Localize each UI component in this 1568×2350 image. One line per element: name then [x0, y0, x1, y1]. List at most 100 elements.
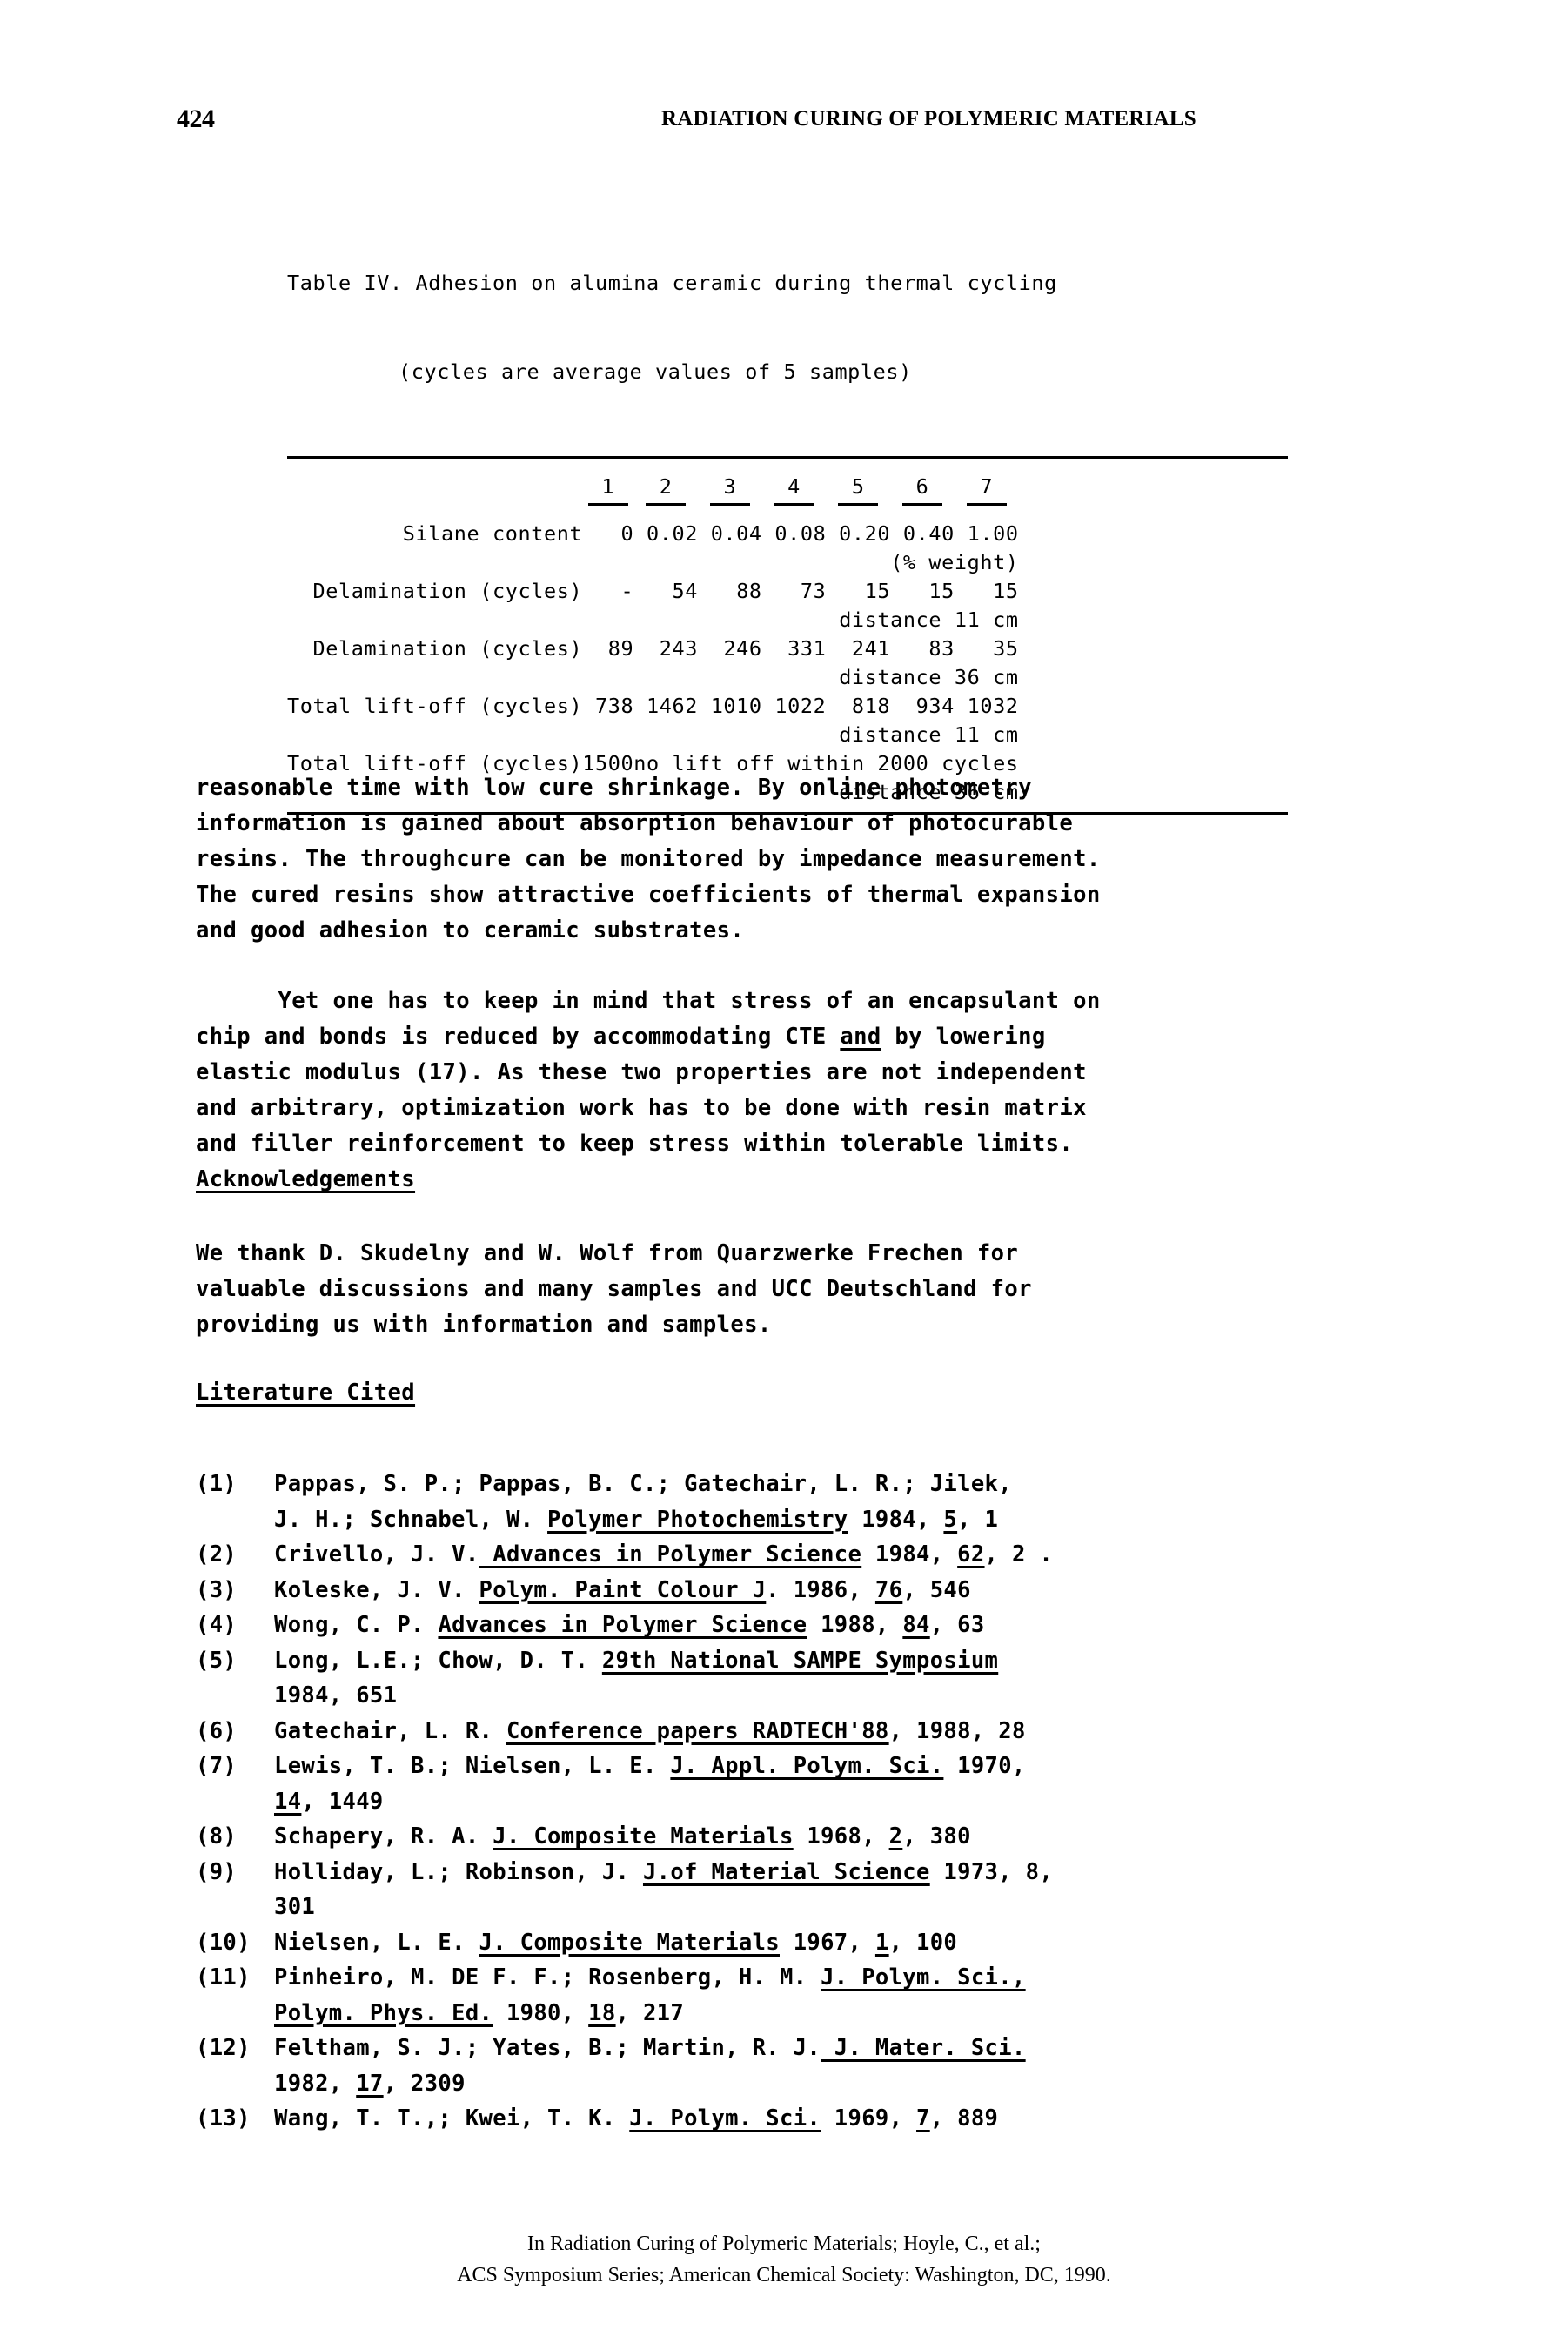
reference-text-run: , 1449: [301, 1788, 384, 1815]
reference-text-run: Wang, T. T.,; Kwei, T. K.: [274, 2105, 630, 2132]
row-cell: 0.20: [839, 521, 891, 546]
acknowledgements-heading: Acknowledgements: [196, 1166, 416, 1192]
reference-text: Feltham, S. J.; Yates, B.; Martin, R. J.…: [274, 2031, 1414, 2101]
row-cell: 54: [672, 579, 698, 603]
reference-item: (3) Koleske, J. V. Polym. Paint Colour J.…: [196, 1573, 1414, 1608]
table-header-spacer: [287, 459, 582, 507]
body-paragraph-1: reasonable time with low cure shrinkage.…: [196, 775, 1101, 943]
table-header-row: 1 2 3 4 5 6 7: [287, 459, 1019, 507]
reference-title-underlined: 14: [274, 1788, 302, 1815]
row-sublabel: (% weight): [890, 550, 1019, 574]
row-cell: 934: [915, 694, 955, 718]
row-cell: 0.08: [774, 521, 827, 546]
reference-text-run: , 889: [929, 2105, 999, 2132]
reference-text-run: Lewis, T. B.; Nielsen, L. E.: [274, 1753, 671, 1779]
paragraph-2-emphasis: and: [840, 1024, 881, 1050]
reference-title-underlined: Conference papers RADTECH'88: [506, 1717, 889, 1744]
table-row: Total lift-off (cycles) 738 1462 1010 10…: [287, 692, 1019, 721]
row-cell: 1010: [710, 694, 762, 718]
table-caption-line-1: Table IV. Adhesion on alumina ceramic du…: [287, 271, 1057, 295]
row-label: Delamination (cycles): [312, 636, 583, 661]
row-cell: 0.04: [710, 521, 762, 546]
table-iv: 1 2 3 4 5 6 7 Silane content 0 0.02 0.04…: [287, 459, 1019, 807]
reference-text-run: 1984, 651: [274, 1682, 398, 1709]
row-cell: 88: [736, 579, 762, 603]
reference-text-run: 1967,: [780, 1929, 875, 1956]
reference-item: (10) Nielsen, L. E. J. Composite Material…: [196, 1925, 1414, 1961]
reference-item: (8) Schapery, R. A. J. Composite Material…: [196, 1819, 1414, 1855]
literature-cited-heading: Literature Cited: [196, 1380, 416, 1406]
reference-item: (1) Pappas, S. P.; Pappas, B. C.; Gatecha…: [196, 1467, 1414, 1537]
reference-text: Long, L.E.; Chow, D. T. 29th National SA…: [274, 1643, 1414, 1714]
reference-list: (1) Pappas, S. P.; Pappas, B. C.; Gatecha…: [196, 1467, 1414, 2137]
reference-item: (9) Holliday, L.; Robinson, J. J.of Mater…: [196, 1855, 1414, 1925]
reference-text-run: , 63: [929, 1612, 985, 1638]
reference-text-run: Wong, C. P.: [274, 1612, 439, 1638]
reference-number: (9): [196, 1858, 238, 1885]
reference-text: Holliday, L.; Robinson, J. J.of Material…: [274, 1855, 1414, 1925]
reference-number: (4): [196, 1612, 238, 1638]
reference-number: (5): [196, 1647, 238, 1674]
reference-text-run: Gatechair, L. R.: [274, 1717, 506, 1744]
reference-text-run: 1970,: [957, 1753, 1026, 1779]
reference-title-underlined: Advances in Polymer Science: [479, 1541, 862, 1568]
reference-title-underlined: 18: [588, 1999, 616, 2026]
reference-title-underlined: J. Composite Materials: [479, 1929, 780, 1956]
reference-text-run: 1984,: [848, 1506, 944, 1533]
col-header-label: 1: [587, 473, 628, 506]
reference-text-run: , 2309: [383, 2070, 466, 2097]
reference-title-underlined: J. Appl. Polym. Sci.: [670, 1753, 944, 1779]
reference-text-run: Feltham, S. J.; Yates, B.; Martin, R. J.: [274, 2035, 821, 2061]
reference-number: (1): [196, 1471, 238, 1497]
reference-title-underlined: 17: [356, 2070, 384, 2097]
table-iv-block: Table IV. Adhesion on alumina ceramic du…: [287, 209, 1310, 815]
col-header-label: 6: [902, 473, 943, 506]
row-label: Silane content: [402, 521, 583, 546]
reference-title-underlined: 76: [874, 1576, 903, 1603]
reference-title-underlined: Polymer Photochemistry: [547, 1506, 848, 1533]
table-row: Delamination (cycles) - 54 88 73 15 15 1…: [287, 577, 1019, 606]
reference-text: Wang, T. T.,; Kwei, T. K. J. Polym. Sci.…: [274, 2101, 1414, 2137]
reference-text-run: , 380: [902, 1823, 971, 1850]
reference-title-underlined: 62: [957, 1541, 985, 1568]
table-col-header-7: 7: [955, 459, 1019, 507]
table-subrow: (% weight): [287, 548, 1019, 577]
table-head: 1 2 3 4 5 6 7: [287, 459, 1019, 520]
row-cell: 73: [800, 579, 827, 603]
row-cell: 35: [993, 636, 1019, 661]
reference-text-run: , 217: [615, 1999, 685, 2026]
reference-title-underlined: 7: [916, 2105, 930, 2132]
row-cell: 241: [851, 636, 891, 661]
reference-text: Koleske, J. V. Polym. Paint Colour J. 19…: [274, 1573, 1414, 1608]
table-body: Silane content 0 0.02 0.04 0.08 0.20 0.4…: [287, 520, 1019, 807]
reference-number: (7): [196, 1753, 238, 1779]
reference-text-run: , 1988, 28: [888, 1717, 1026, 1744]
table-subrow: distance 11 cm: [287, 606, 1019, 634]
reference-item: (6) Gatechair, L. R. Conference papers RA…: [196, 1714, 1414, 1749]
col-header-label: 5: [838, 473, 879, 506]
reference-text-run: , 100: [888, 1929, 958, 1956]
row-cell: 89: [607, 636, 634, 661]
acknowledgements-paragraph: We thank D. Skudelny and W. Wolf from Qu…: [196, 1240, 1032, 1338]
reference-text: Gatechair, L. R. Conference papers RADTE…: [274, 1714, 1414, 1749]
reference-title-underlined: Advances in Polymer Science: [438, 1612, 807, 1638]
reference-title-underlined: 29th National SAMPE Symposium: [601, 1647, 999, 1674]
reference-text-run: , 2 .: [984, 1541, 1054, 1568]
footer-line-2: ACS Symposium Series; American Chemical …: [457, 2264, 1111, 2286]
table-row: Delamination (cycles) 89 243 246 331 241…: [287, 634, 1019, 663]
reference-title-underlined: 1: [874, 1929, 889, 1956]
row-cell: 331: [787, 636, 827, 661]
reference-title-underlined: J. Polym. Sci.,: [821, 1964, 1026, 1991]
table-col-header-6: 6: [890, 459, 955, 507]
table-header-gap: [287, 507, 1019, 520]
reference-item: (2) Crivello, J. V. Advances in Polymer S…: [196, 1537, 1414, 1573]
col-header-label: 3: [709, 473, 750, 506]
running-head: 424 RADIATION CURING OF POLYMERIC MATERI…: [0, 104, 1568, 139]
reference-text: Nielsen, L. E. J. Composite Materials 19…: [274, 1925, 1414, 1961]
row-cell: 0.02: [646, 521, 698, 546]
reference-text-run: 1988,: [807, 1612, 903, 1638]
table-caption: Table IV. Adhesion on alumina ceramic du…: [287, 209, 1310, 446]
reference-item: (7) Lewis, T. B.; Nielsen, L. E. J. Appl.…: [196, 1749, 1414, 1819]
table-subrow: distance 36 cm: [287, 663, 1019, 692]
reference-text-run: Nielsen, L. E.: [274, 1929, 479, 1956]
